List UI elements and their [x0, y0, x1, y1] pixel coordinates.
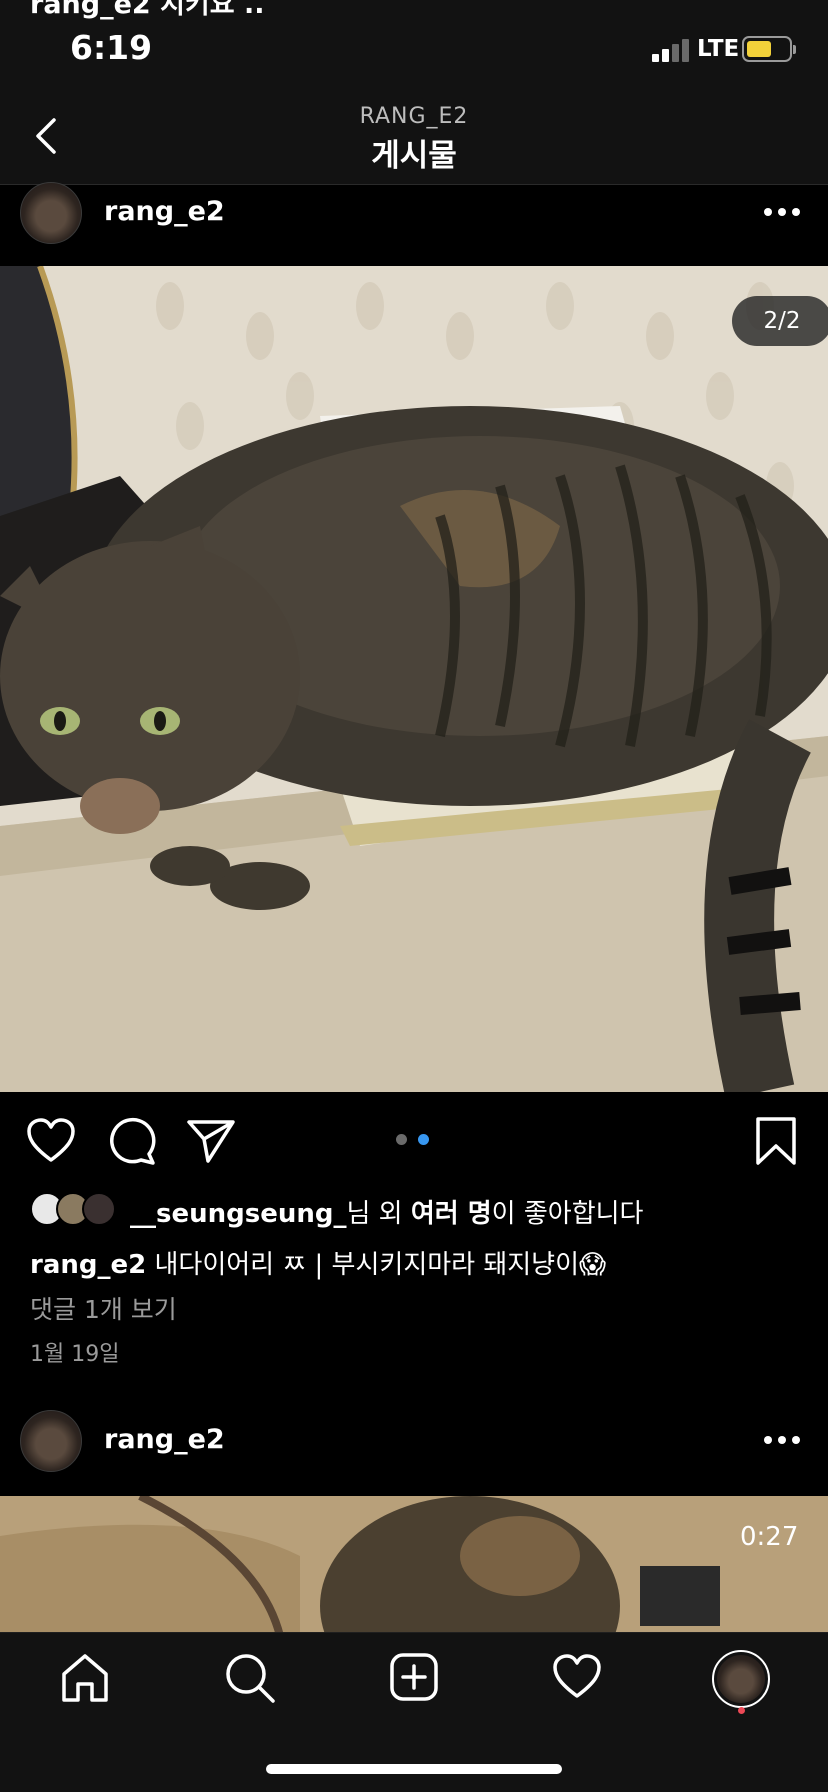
likes-others-link[interactable]: 여러 명 [411, 1199, 492, 1229]
post-author-username[interactable]: rang_e2 [104, 196, 225, 227]
profile-tab-avatar[interactable] [712, 1650, 770, 1708]
next-post-author-avatar[interactable] [20, 1410, 82, 1472]
status-time: 6:19 [70, 28, 153, 67]
more-options-icon[interactable] [764, 1434, 804, 1446]
carousel-dot-active [418, 1134, 429, 1145]
more-options-icon[interactable] [764, 206, 804, 218]
avatar [717, 1655, 765, 1703]
carousel-indicator [396, 1134, 432, 1146]
page-title: 게시물 [371, 138, 457, 174]
post-photo[interactable] [0, 266, 828, 1092]
post-caption: rang_e2 내다이어리 ㅉ | 부시키지마라 돼지냥이😱 [30, 1244, 606, 1281]
caption-username[interactable]: rang_e2 [30, 1250, 146, 1280]
cat-photo-image [0, 266, 828, 1092]
post-date: 1월 19일 [30, 1342, 120, 1367]
carousel-dot [396, 1134, 407, 1145]
home-icon[interactable] [60, 1652, 110, 1704]
liker-avatar [82, 1192, 116, 1226]
like-icon[interactable] [26, 1118, 76, 1164]
search-icon[interactable] [224, 1652, 276, 1704]
first-liker-username[interactable]: __seungseung_ [130, 1199, 346, 1229]
next-post-author-username[interactable]: rang_e2 [104, 1424, 225, 1455]
likes-summary[interactable]: __seungseung_님 외 여러 명이 좋아합니다 [130, 1193, 643, 1230]
scrolled-previous-caption: rang_e2 지키요 .. [30, 0, 265, 20]
notification-dot [738, 1707, 745, 1714]
battery-icon [742, 36, 796, 62]
liker-avatars[interactable] [30, 1192, 120, 1228]
next-post-video[interactable] [0, 1496, 828, 1636]
caption-text: 내다이어리 ㅉ | 부시키지마라 돼지냥이😱 [154, 1250, 607, 1280]
signal-icon [652, 38, 690, 62]
video-duration: 0:27 [740, 1522, 799, 1552]
video-thumbnail-image [0, 1496, 828, 1636]
comment-icon[interactable] [108, 1116, 156, 1166]
bookmark-icon[interactable] [754, 1116, 798, 1166]
activity-icon[interactable] [552, 1654, 602, 1700]
view-comments-link[interactable]: 댓글 1개 보기 [30, 1290, 177, 1326]
image-counter-badge: 2/2 [732, 296, 828, 346]
post-author-avatar[interactable] [20, 182, 82, 244]
share-icon[interactable] [186, 1118, 236, 1164]
home-indicator[interactable] [266, 1764, 562, 1774]
likes-text: 이 좋아합니다 [491, 1199, 644, 1229]
likes-text: 님 외 [346, 1199, 411, 1229]
nav-subtitle: RANG_E2 [359, 104, 469, 129]
network-type: LTE [697, 36, 740, 62]
divider [0, 184, 828, 185]
new-post-icon[interactable] [389, 1652, 439, 1702]
